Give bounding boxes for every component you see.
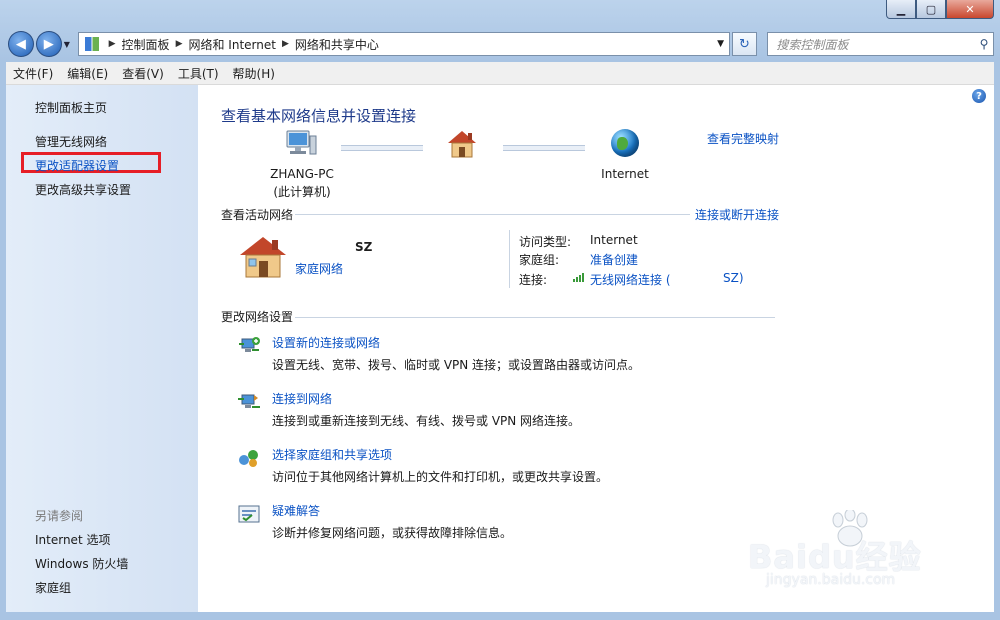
homegroup-sharing-desc: 访问位于其他网络计算机上的文件和打印机，或更改共享设置。 (272, 470, 609, 484)
sidebar-control-panel-home[interactable]: 控制面板主页 (35, 99, 107, 116)
divider (295, 214, 690, 215)
sidebar-item-windows-firewall[interactable]: Windows 防火墙 (35, 555, 128, 572)
help-icon[interactable]: ? (972, 89, 986, 103)
view-full-map-link[interactable]: 查看完整映射 (707, 130, 779, 147)
setup-connection-desc: 设置无线、宽带、拨号、临时或 VPN 连接；或设置路由器或访问点。 (272, 358, 641, 372)
homegroup-sharing-icon (239, 450, 258, 467)
computer-subtitle: (此计算机) (273, 185, 331, 199)
baidu-watermark: Baidu经验 jingyan.baidu.com (748, 510, 948, 600)
page-title: 查看基本网络信息并设置连接 (221, 107, 417, 125)
wifi-signal-icon (573, 272, 587, 282)
search-input[interactable]: 搜索控制面板 (768, 36, 975, 53)
setup-connection-link[interactable]: 设置新的连接或网络 (272, 334, 380, 351)
computer-icon[interactable] (284, 130, 318, 158)
access-type-value: Internet (590, 233, 638, 247)
change-settings-heading: 更改网络设置 (221, 310, 294, 324)
control-panel-icon (84, 37, 99, 51)
breadcrumb-control-panel[interactable]: 控制面板 (122, 36, 170, 53)
sidebar: 控制面板主页 管理无线网络 更改适配器设置 更改高级共享设置 另请参阅 Inte… (6, 85, 198, 612)
internet-label: Internet (601, 167, 649, 181)
search-icon[interactable]: ⚲ (975, 37, 993, 51)
window: ▁ ▢ ✕ ◀ ▶ ▼ ▶ 控制面板 ▶ 网络和 Internet ▶ 网络和共… (0, 0, 1000, 620)
homegroup-label: 家庭组: (519, 253, 560, 267)
menu-file[interactable]: 文件(F) (6, 65, 60, 82)
internet-globe-icon[interactable] (611, 129, 639, 157)
menu-tools[interactable]: 工具(T) (171, 65, 226, 82)
home-network-icon[interactable] (446, 129, 478, 159)
forward-button[interactable]: ▶ (35, 31, 62, 57)
connect-network-desc: 连接到或重新连接到无线、有线、拨号或 VPN 网络连接。 (272, 414, 581, 428)
troubleshoot-desc: 诊断并修复网络问题，或获得故障排除信息。 (272, 526, 513, 540)
chevron-right-icon[interactable]: ▶ (109, 39, 116, 49)
sidebar-item-manage-wireless[interactable]: 管理无线网络 (35, 133, 107, 150)
troubleshoot-icon (238, 505, 260, 523)
sidebar-item-advanced-sharing[interactable]: 更改高级共享设置 (35, 181, 131, 198)
minimize-button[interactable]: ▁ (886, 0, 916, 19)
search-box[interactable]: 搜索控制面板 ⚲ (767, 32, 994, 56)
refresh-button[interactable]: ↻ (731, 32, 758, 56)
wireless-connection-link-tail[interactable]: SZ) (723, 271, 744, 285)
window-frame-bottom (0, 612, 1000, 620)
close-button[interactable]: ✕ (946, 0, 994, 19)
menu-bar: 文件(F) 编辑(E) 查看(V) 工具(T) 帮助(H) (6, 62, 994, 85)
homegroup-link[interactable]: 准备创建 (590, 251, 638, 268)
back-button[interactable]: ◀ (8, 31, 34, 57)
connect-network-icon (238, 394, 260, 408)
troubleshoot-link[interactable]: 疑难解答 (272, 502, 320, 519)
map-connector-line (341, 145, 423, 151)
home-network-large-icon (240, 237, 286, 278)
divider (295, 317, 775, 318)
sidebar-item-internet-options[interactable]: Internet 选项 (35, 531, 110, 548)
connect-disconnect-link[interactable]: 连接或断开连接 (695, 206, 779, 223)
connection-label: 连接: (519, 273, 548, 287)
access-type-label: 访问类型: (519, 235, 572, 249)
network-name: SZ (355, 240, 373, 254)
see-also-heading: 另请参阅 (35, 509, 84, 523)
active-networks-heading: 查看活动网络 (221, 208, 294, 222)
computer-name: ZHANG-PC (270, 167, 334, 181)
breadcrumb-network-internet[interactable]: 网络和 Internet (188, 36, 275, 53)
breadcrumb-network-sharing-center[interactable]: 网络和共享中心 (295, 36, 379, 53)
caption-buttons: ▁ ▢ ✕ (886, 0, 994, 19)
map-connector-line (503, 145, 585, 151)
address-bar[interactable]: ▶ 控制面板 ▶ 网络和 Internet ▶ 网络和共享中心 ▼ (77, 32, 730, 56)
chevron-right-icon[interactable]: ▶ (282, 39, 289, 49)
watermark-url: jingyan.baidu.com (766, 572, 896, 588)
maximize-button[interactable]: ▢ (916, 0, 946, 19)
menu-help[interactable]: 帮助(H) (226, 65, 282, 82)
menu-edit[interactable]: 编辑(E) (60, 65, 115, 82)
connect-network-link[interactable]: 连接到网络 (272, 390, 332, 407)
chevron-right-icon[interactable]: ▶ (176, 39, 183, 49)
homegroup-sharing-link[interactable]: 选择家庭组和共享选项 (272, 446, 392, 463)
navigation-row: ◀ ▶ ▼ ▶ 控制面板 ▶ 网络和 Internet ▶ 网络和共享中心 ▼ … (8, 30, 994, 58)
wireless-connection-link[interactable]: 无线网络连接 ( (590, 271, 671, 288)
network-type-link[interactable]: 家庭网络 (295, 260, 343, 277)
sidebar-item-change-adapter[interactable]: 更改适配器设置 (35, 157, 119, 174)
menu-view[interactable]: 查看(V) (115, 65, 171, 82)
sidebar-item-homegroup[interactable]: 家庭组 (35, 579, 71, 596)
address-dropdown-icon[interactable]: ▼ (713, 39, 729, 49)
divider (509, 230, 510, 288)
recent-pages-dropdown-icon[interactable]: ▼ (64, 40, 74, 49)
setup-connection-icon (239, 337, 260, 352)
